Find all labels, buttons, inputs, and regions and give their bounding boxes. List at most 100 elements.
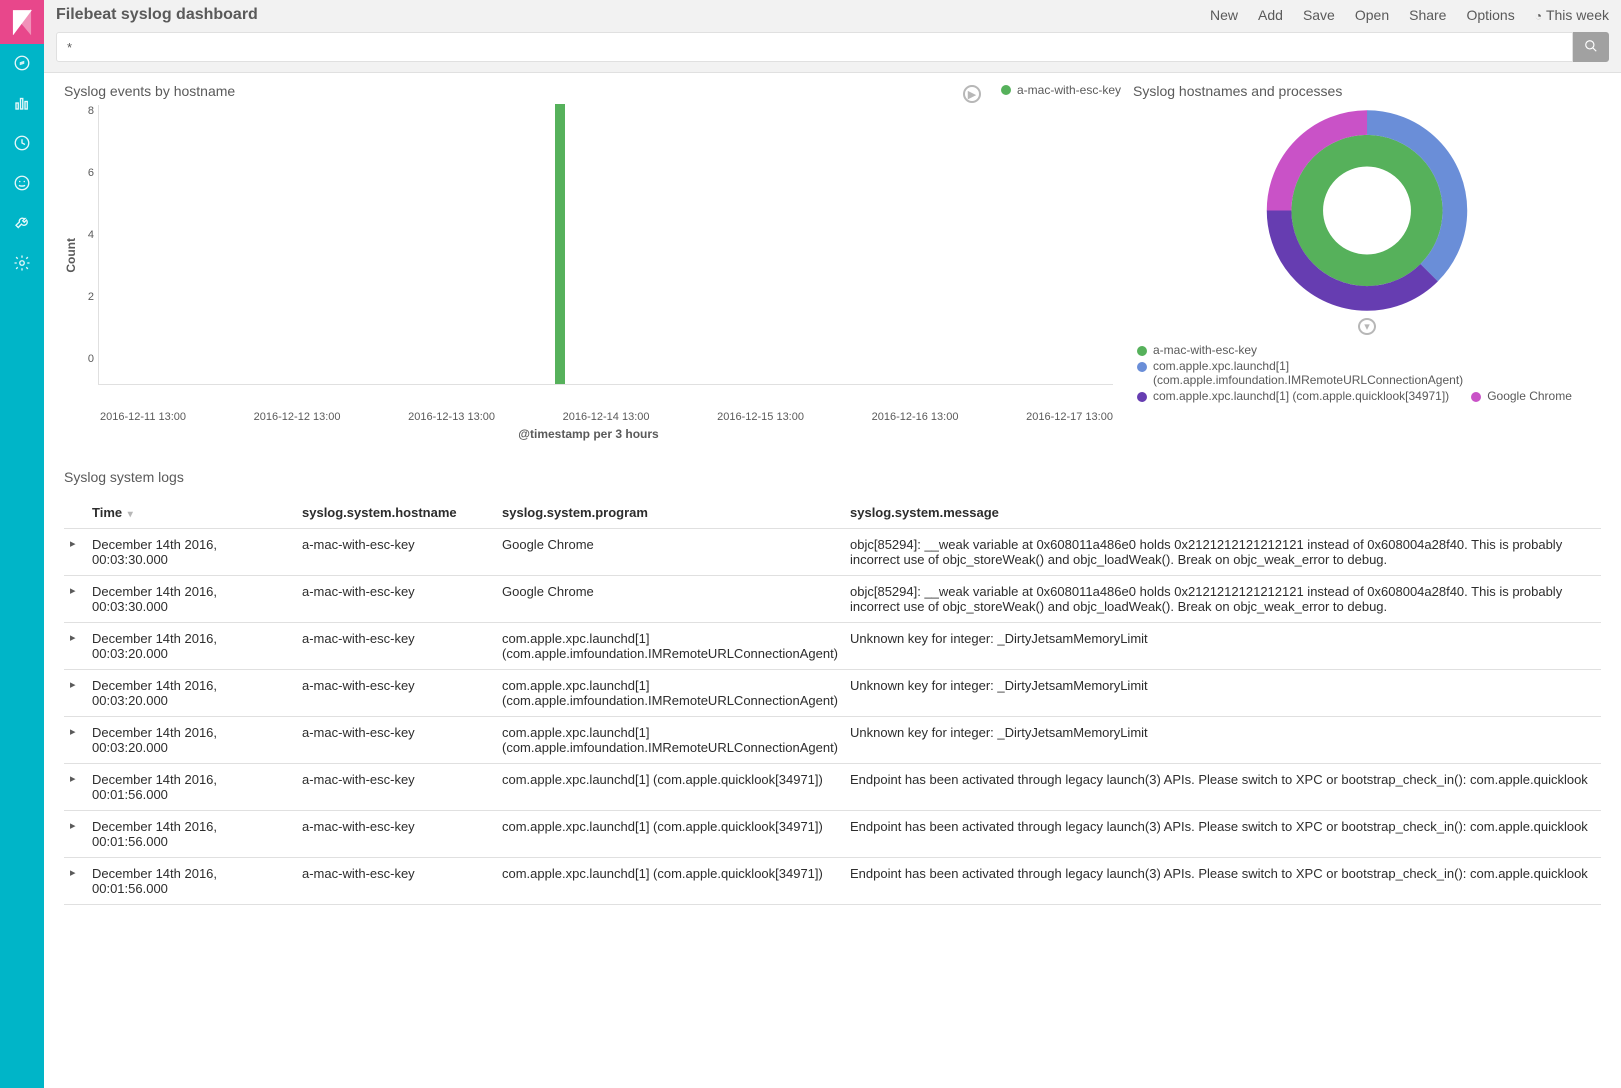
cell-time: December 14th 2016, 00:01:56.000 xyxy=(86,811,296,858)
chevron-right-icon: ▸ xyxy=(70,585,76,597)
clock-icon: ◔ xyxy=(1535,9,1542,23)
table-row: ▸ December 14th 2016, 00:03:30.000 a-mac… xyxy=(64,529,1601,576)
donut-legend-label[interactable]: a-mac-with-esc-key xyxy=(1153,343,1257,357)
options-action[interactable]: Options xyxy=(1466,7,1514,23)
save-action[interactable]: Save xyxy=(1303,7,1335,23)
legend-toggle-button[interactable]: ▶ xyxy=(963,85,981,103)
panel-title: Syslog hostnames and processes xyxy=(1133,83,1601,99)
x-tick: 2016-12-11 13:00 xyxy=(100,411,186,423)
donut-legend-label[interactable]: Google Chrome xyxy=(1487,389,1572,403)
legend-swatch-icon xyxy=(1471,392,1481,402)
timelion-icon[interactable] xyxy=(0,164,44,204)
x-tick: 2016-12-12 13:00 xyxy=(254,411,341,423)
search-button[interactable] xyxy=(1573,32,1609,62)
cell-time: December 14th 2016, 00:01:56.000 xyxy=(86,764,296,811)
row-expand-toggle[interactable]: ▸ xyxy=(64,576,86,623)
row-expand-toggle[interactable]: ▸ xyxy=(64,623,86,670)
bar-series[interactable] xyxy=(555,104,565,384)
donut-slice[interactable] xyxy=(1307,151,1427,271)
bar-plot-area[interactable] xyxy=(98,105,1113,385)
cell-time: December 14th 2016, 00:03:20.000 xyxy=(86,670,296,717)
panel-title: Syslog events by hostname xyxy=(64,83,1113,99)
donut-legend-label[interactable]: com.apple.xpc.launchd[1] (com.apple.quic… xyxy=(1153,389,1449,403)
cell-hostname: a-mac-with-esc-key xyxy=(296,529,496,576)
cell-time: December 14th 2016, 00:01:56.000 xyxy=(86,858,296,905)
legend-swatch-icon xyxy=(1137,392,1147,402)
logs-table-header: Time ▾syslog.system.hostnamesyslog.syste… xyxy=(64,497,1601,529)
cell-hostname: a-mac-with-esc-key xyxy=(296,764,496,811)
cell-program: com.apple.xpc.launchd[1] (com.apple.quic… xyxy=(496,858,844,905)
cell-message: objc[85294]: __weak variable at 0x608011… xyxy=(844,529,1601,576)
dashboard-icon[interactable] xyxy=(0,124,44,164)
logs-col-header[interactable]: Time ▾ xyxy=(86,497,296,529)
add-action[interactable]: Add xyxy=(1258,7,1283,23)
row-expand-toggle[interactable]: ▸ xyxy=(64,670,86,717)
top-actions: New Add Save Open Share Options ◔ This week xyxy=(1210,7,1609,23)
cell-program: Google Chrome xyxy=(496,576,844,623)
chevron-right-icon: ▸ xyxy=(70,773,76,785)
cell-message: Endpoint has been activated through lega… xyxy=(844,858,1601,905)
chevron-right-icon: ▸ xyxy=(70,867,76,879)
table-row: ▸ December 14th 2016, 00:01:56.000 a-mac… xyxy=(64,858,1601,905)
devtools-icon[interactable] xyxy=(0,204,44,244)
cell-time: December 14th 2016, 00:03:30.000 xyxy=(86,576,296,623)
kibana-logo[interactable] xyxy=(0,0,44,44)
logs-col-header[interactable]: syslog.system.hostname xyxy=(296,497,496,529)
row-expand-toggle[interactable]: ▸ xyxy=(64,717,86,764)
new-action[interactable]: New xyxy=(1210,7,1238,23)
cell-program: Google Chrome xyxy=(496,529,844,576)
table-row: ▸ December 14th 2016, 00:03:20.000 a-mac… xyxy=(64,623,1601,670)
x-tick: 2016-12-15 13:00 xyxy=(717,411,804,423)
open-action[interactable]: Open xyxy=(1355,7,1389,23)
row-expand-toggle[interactable]: ▸ xyxy=(64,529,86,576)
logs-col-header[interactable]: syslog.system.program xyxy=(496,497,844,529)
dashboard-icon xyxy=(13,134,31,155)
y-axis-title: Count xyxy=(64,238,78,273)
management-icon xyxy=(13,254,31,275)
y-tick: 4 xyxy=(82,229,94,241)
cell-time: December 14th 2016, 00:03:30.000 xyxy=(86,529,296,576)
y-tick: 8 xyxy=(82,105,94,117)
visualize-icon xyxy=(13,94,31,115)
x-tick: 2016-12-13 13:00 xyxy=(408,411,495,423)
cell-message: Unknown key for integer: _DirtyJetsamMem… xyxy=(844,670,1601,717)
cell-program: com.apple.xpc.launchd[1] (com.apple.imfo… xyxy=(496,717,844,764)
cell-hostname: a-mac-with-esc-key xyxy=(296,623,496,670)
cell-program: com.apple.xpc.launchd[1] (com.apple.imfo… xyxy=(496,670,844,717)
cell-program: com.apple.xpc.launchd[1] (com.apple.quic… xyxy=(496,811,844,858)
visualize-icon[interactable] xyxy=(0,84,44,124)
panel-syslog-hostnames-and-processes: Syslog hostnames and processes ▾ a-mac-w… xyxy=(1125,77,1609,445)
cell-program: com.apple.xpc.launchd[1] (com.apple.imfo… xyxy=(496,623,844,670)
x-axis-ticks: 2016-12-11 13:00 2016-12-12 13:00 2016-12-… xyxy=(64,405,1113,423)
x-tick: 2016-12-14 13:00 xyxy=(563,411,650,423)
discover-icon[interactable] xyxy=(0,44,44,84)
legend-swatch-icon xyxy=(1137,346,1147,356)
legend-toggle-button[interactable]: ▾ xyxy=(1358,318,1376,335)
chevron-right-icon: ▸ xyxy=(70,538,76,550)
row-expand-toggle[interactable]: ▸ xyxy=(64,811,86,858)
y-tick: 0 xyxy=(82,353,94,365)
row-expand-toggle[interactable]: ▸ xyxy=(64,858,86,905)
x-tick: 2016-12-16 13:00 xyxy=(872,411,959,423)
table-row: ▸ December 14th 2016, 00:03:30.000 a-mac… xyxy=(64,576,1601,623)
query-input[interactable] xyxy=(56,32,1573,62)
dashboard-content: Syslog events by hostname ▶ a-mac-with-e… xyxy=(44,73,1621,1088)
table-row: ▸ December 14th 2016, 00:01:56.000 a-mac… xyxy=(64,764,1601,811)
time-picker-label: This week xyxy=(1546,7,1609,23)
bar-legend-label: a-mac-with-esc-key xyxy=(1017,83,1121,97)
management-icon[interactable] xyxy=(0,244,44,284)
panel-title: Syslog system logs xyxy=(64,469,1601,485)
bar-legend[interactable]: a-mac-with-esc-key xyxy=(1001,83,1121,97)
topbar: Filebeat syslog dashboard NewAddSaveOpen… xyxy=(44,0,1621,73)
time-picker[interactable]: ◔ This week xyxy=(1535,7,1609,23)
row-expand-toggle[interactable]: ▸ xyxy=(64,764,86,811)
logs-col-header[interactable]: syslog.system.message xyxy=(844,497,1601,529)
donut-legend: a-mac-with-esc-key com.apple.xpc.launchd[… xyxy=(1133,341,1601,405)
y-axis-ticks: 86420 xyxy=(82,105,98,385)
donut-chart[interactable] xyxy=(1237,105,1497,316)
bar-chart[interactable]: Count 86420 xyxy=(64,105,1113,405)
legend-swatch-icon xyxy=(1137,362,1147,372)
donut-legend-label[interactable]: com.apple.xpc.launchd[1] (com.apple.imfo… xyxy=(1153,359,1597,387)
share-action[interactable]: Share xyxy=(1409,7,1446,23)
chevron-right-icon: ▸ xyxy=(70,679,76,691)
